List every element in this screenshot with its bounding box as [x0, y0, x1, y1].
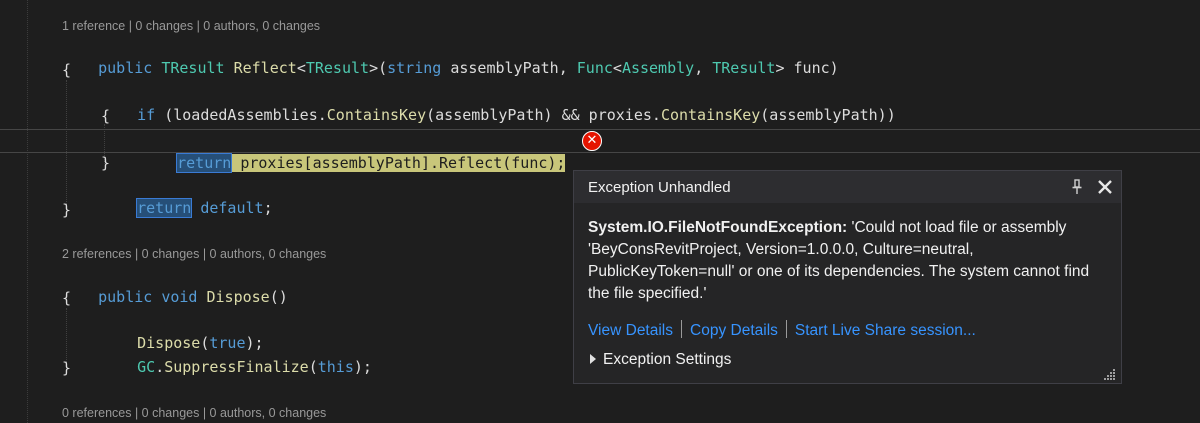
- exception-message: System.IO.FileNotFoundException: 'Could …: [588, 217, 1108, 305]
- chevron-right-icon: [590, 354, 596, 364]
- code-line-dispose-signature: public void Dispose(): [98, 288, 288, 306]
- code-line-suppress-finalize: GC.SuppressFinalize(this);: [137, 358, 372, 376]
- exception-popup-header: Exception Unhandled: [574, 171, 1121, 203]
- exception-type: System.IO.FileNotFoundException:: [588, 219, 848, 236]
- code-line-open-brace: {: [62, 289, 72, 307]
- code-line-open-brace: {: [101, 107, 111, 125]
- link-separator: [785, 320, 787, 338]
- close-icon[interactable]: [1095, 177, 1115, 197]
- view-details-link[interactable]: View Details: [588, 322, 673, 339]
- copy-details-link[interactable]: Copy Details: [690, 322, 778, 339]
- resize-grip-icon[interactable]: [1104, 368, 1116, 380]
- code-line-if-statement: if (loadedAssemblies.ContainsKey(assembl…: [137, 106, 896, 124]
- exception-popup-title: Exception Unhandled: [588, 179, 731, 196]
- code-lens-next[interactable]: 0 references | 0 changes | 0 authors, 0 …: [62, 406, 326, 420]
- error-icon[interactable]: ✕: [582, 131, 602, 151]
- code-lens-dispose[interactable]: 2 references | 0 changes | 0 authors, 0 …: [62, 247, 326, 261]
- code-line-reflect-signature: public TResult Reflect<TResult>(string a…: [98, 59, 839, 77]
- code-lens-reflect[interactable]: 1 reference | 0 changes | 0 authors, 0 c…: [62, 19, 320, 33]
- link-separator: [681, 320, 683, 338]
- code-line-close-brace: }: [62, 201, 72, 219]
- exception-settings-label: Exception Settings: [603, 351, 732, 368]
- code-line-close-brace: }: [62, 359, 72, 377]
- start-live-share-link[interactable]: Start Live Share session...: [795, 322, 976, 339]
- code-line-dispose-call: Dispose(true);: [137, 334, 264, 352]
- code-editor[interactable]: 1 reference | 0 changes | 0 authors, 0 c…: [0, 0, 1200, 423]
- exception-links: View Details Copy Details Start Live Share…: [588, 320, 976, 340]
- code-line-close-brace: }: [101, 154, 111, 172]
- gutter-separator: [27, 0, 28, 423]
- exception-popup: Exception Unhandled System.IO.FileNotFou…: [573, 170, 1122, 384]
- code-line-current-statement[interactable]: return proxies[assemblyPath].Reflect(fun…: [141, 130, 566, 173]
- pin-icon[interactable]: [1071, 179, 1083, 195]
- code-line-return-default: return default;: [136, 198, 273, 218]
- current-statement-highlight: return proxies[assemblyPath].Reflect(fun…: [176, 153, 566, 173]
- code-line-open-brace: {: [62, 61, 72, 79]
- exception-settings-toggle[interactable]: Exception Settings: [590, 351, 731, 369]
